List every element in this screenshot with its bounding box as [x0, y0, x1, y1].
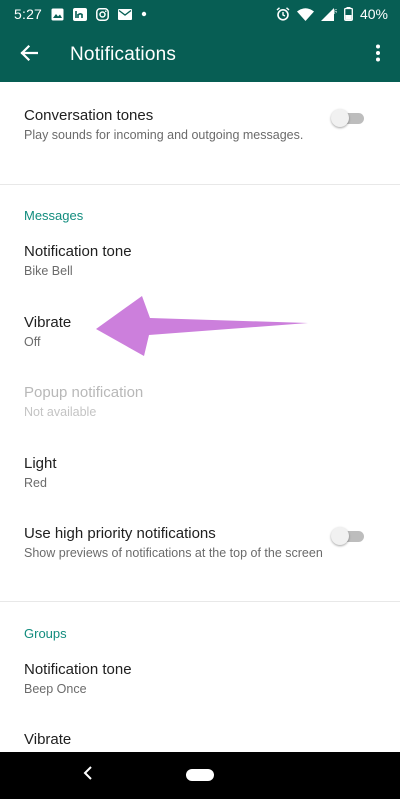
instagram-icon: [96, 7, 110, 21]
setting-title: Vibrate: [24, 731, 72, 748]
setting-value: Beep Once: [24, 682, 87, 696]
wifi-icon: [296, 7, 314, 21]
setting-title: Conversation tones: [24, 107, 154, 124]
signal-icon: R: [320, 7, 337, 21]
more-vert-icon: [375, 44, 381, 67]
setting-title: Light: [24, 455, 57, 472]
linkedin-icon: [73, 7, 88, 21]
setting-value: Red: [24, 476, 47, 490]
setting-value: Not available: [24, 405, 97, 419]
setting-title: Use high priority notifications: [24, 525, 216, 542]
section-divider: [0, 184, 400, 185]
setting-title: Notification tone: [24, 243, 132, 260]
setting-title: Notification tone: [24, 661, 132, 678]
settings-list: Conversation tones Play sounds for incom…: [0, 82, 400, 752]
arrow-back-icon: [20, 44, 39, 67]
annotation-arrow-icon: [96, 296, 308, 356]
page-title: Notifications: [70, 44, 177, 65]
app-bar: Notifications: [0, 28, 400, 82]
setting-light[interactable]: Light Red: [0, 454, 400, 492]
image-icon: [51, 8, 64, 21]
messages-section-header: Messages: [24, 208, 84, 223]
back-button[interactable]: [0, 28, 58, 82]
toggle-thumb: [331, 109, 349, 127]
alarm-icon: [276, 7, 290, 21]
conversation-tones-toggle[interactable]: [331, 109, 364, 127]
setting-groups-notification-tone[interactable]: Notification tone Beep Once: [0, 660, 400, 698]
setting-messages-notification-tone[interactable]: Notification tone Bike Bell: [0, 242, 400, 280]
setting-title: Popup notification: [24, 384, 144, 401]
setting-groups-vibrate[interactable]: Vibrate: [0, 730, 400, 750]
nav-back-icon: [83, 765, 93, 785]
navigation-bar: [0, 752, 400, 799]
mail-icon: [118, 8, 133, 20]
more-options-button[interactable]: [356, 28, 400, 82]
groups-section-header: Groups: [24, 626, 67, 641]
setting-subtitle: Play sounds for incoming and outgoing me…: [24, 128, 304, 142]
status-time: 5:27: [14, 6, 43, 22]
toggle-thumb: [331, 527, 349, 545]
setting-value: Bike Bell: [24, 264, 73, 278]
setting-popup-notification: Popup notification Not available: [0, 383, 400, 421]
signal-roaming-label: R: [334, 10, 337, 16]
setting-subtitle: Show previews of notifications at the to…: [24, 546, 323, 560]
battery-percent: 40%: [359, 6, 388, 22]
dot-icon: [141, 11, 147, 17]
nav-back-button[interactable]: [78, 764, 98, 786]
battery-icon: [344, 7, 353, 21]
status-bar: 5:27 R 40%: [0, 0, 400, 28]
nav-home-pill-icon[interactable]: [186, 769, 214, 781]
section-divider: [0, 601, 400, 602]
high-priority-toggle[interactable]: [331, 527, 364, 545]
